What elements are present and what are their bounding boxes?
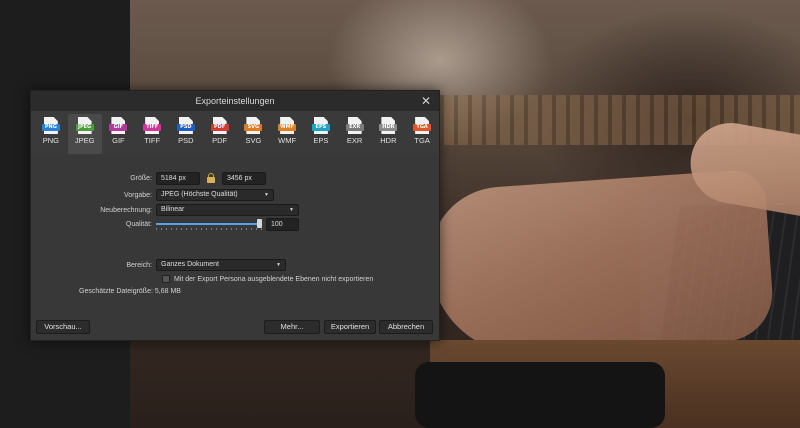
chevron-down-icon: ▼ — [289, 207, 294, 213]
format-tiff[interactable]: TIFF TIFF — [135, 114, 169, 154]
size-label: Größe: — [130, 175, 152, 182]
preset-select[interactable]: JPEG (Höchste Qualität) ▼ — [156, 189, 274, 201]
svg-file-icon: SVG — [244, 117, 263, 134]
format-label: SVG — [245, 136, 262, 145]
export-button[interactable]: Exportieren — [324, 320, 376, 334]
format-wmf[interactable]: WMF WMF — [270, 114, 304, 154]
format-label: PDF — [212, 136, 228, 145]
format-tag: TIFF — [143, 124, 162, 131]
format-tag: HDR — [379, 124, 398, 131]
format-tag: EXR — [345, 124, 364, 131]
wmf-file-icon: WMF — [278, 117, 297, 134]
resample-label: Neuberechnung: — [100, 206, 152, 214]
hdr-file-icon: HDR — [379, 117, 398, 134]
estimated-size-text: Geschätzte Dateigröße: 5,68 MB — [79, 288, 181, 295]
format-tag: GIF — [109, 124, 128, 131]
area-select[interactable]: Ganzes Dokument ▼ — [156, 259, 286, 271]
format-label: PSD — [178, 136, 194, 145]
format-hdr[interactable]: HDR HDR — [372, 114, 406, 154]
photo-phone — [415, 362, 665, 428]
chevron-down-icon: ▼ — [264, 192, 269, 198]
tiff-file-icon: TIFF — [143, 117, 162, 134]
height-field[interactable]: 3456 px — [222, 172, 266, 185]
more-button[interactable]: Mehr... — [264, 320, 320, 334]
format-tag: TGA — [413, 124, 432, 131]
format-label: HDR — [380, 136, 397, 145]
pdf-file-icon: PDF — [210, 117, 229, 134]
export-settings-dialog: Exporteinstellungen ✕ PNG PNG JPEG JPEG GIF G… — [30, 90, 440, 341]
format-tag: PDF — [210, 124, 229, 131]
close-button[interactable]: ✕ — [419, 91, 433, 111]
format-label: JPEG — [74, 136, 95, 145]
format-jpeg[interactable]: JPEG JPEG — [67, 114, 102, 154]
format-tag: JPEG — [75, 124, 94, 131]
lock-icon[interactable] — [206, 173, 216, 184]
cancel-button[interactable]: Abbrechen — [379, 320, 433, 334]
quality-field[interactable]: 100 — [266, 218, 299, 231]
dialog-title: Exporteinstellungen — [195, 96, 275, 106]
format-exr[interactable]: EXR EXR — [338, 114, 372, 154]
hidden-layers-checkbox[interactable] — [162, 275, 170, 283]
resample-select[interactable]: Bilinear ▼ — [156, 204, 299, 216]
chevron-down-icon: ▼ — [276, 262, 281, 268]
preset-label: Vorgabe: — [123, 191, 152, 199]
format-label: GIF — [112, 136, 125, 145]
format-label: EXR — [346, 136, 363, 145]
quality-slider[interactable] — [156, 218, 262, 231]
quality-label: Qualität: — [125, 221, 152, 228]
format-tga[interactable]: TGA TGA — [405, 114, 439, 154]
format-label: WMF — [278, 136, 297, 145]
dialog-titlebar: Exporteinstellungen ✕ — [31, 91, 439, 111]
format-tag: WMF — [278, 124, 297, 131]
format-gif[interactable]: GIF GIF — [102, 114, 136, 154]
resample-value: Bilinear — [161, 206, 185, 213]
psd-file-icon: PSD — [176, 117, 195, 134]
png-file-icon: PNG — [41, 117, 60, 134]
format-tag: PNG — [41, 124, 60, 131]
format-png[interactable]: PNG PNG — [34, 114, 68, 154]
format-tag: EPS — [311, 124, 330, 131]
hidden-layers-label: Mit der Export Persona ausgeblendete Ebe… — [174, 275, 374, 283]
tga-file-icon: TGA — [413, 117, 432, 134]
eps-file-icon: EPS — [311, 117, 330, 134]
jpeg-file-icon: JPEG — [75, 117, 94, 134]
quality-slider-thumb[interactable] — [257, 218, 262, 228]
gif-file-icon: GIF — [109, 117, 128, 134]
area-label: Bereich: — [126, 261, 152, 269]
format-tag: PSD — [176, 124, 195, 131]
format-label: TGA — [414, 136, 430, 145]
format-svg[interactable]: SVG SVG — [237, 114, 271, 154]
preset-value: JPEG (Höchste Qualität) — [161, 191, 238, 198]
preview-button[interactable]: Vorschau... — [36, 320, 90, 334]
format-label: PNG — [42, 136, 59, 145]
format-bar: PNG PNG JPEG JPEG GIF GIF TIFF TIFF PSD PSD PDF PDF… — [31, 111, 439, 155]
format-tag: SVG — [244, 124, 263, 131]
area-value: Ganzes Dokument — [161, 261, 219, 268]
format-label: TIFF — [144, 136, 161, 145]
format-eps[interactable]: EPS EPS — [304, 114, 338, 154]
format-label: EPS — [313, 136, 329, 145]
exr-file-icon: EXR — [345, 117, 364, 134]
format-pdf[interactable]: PDF PDF — [203, 114, 237, 154]
format-psd[interactable]: PSD PSD — [169, 114, 203, 154]
width-field[interactable]: 5184 px — [156, 172, 200, 185]
